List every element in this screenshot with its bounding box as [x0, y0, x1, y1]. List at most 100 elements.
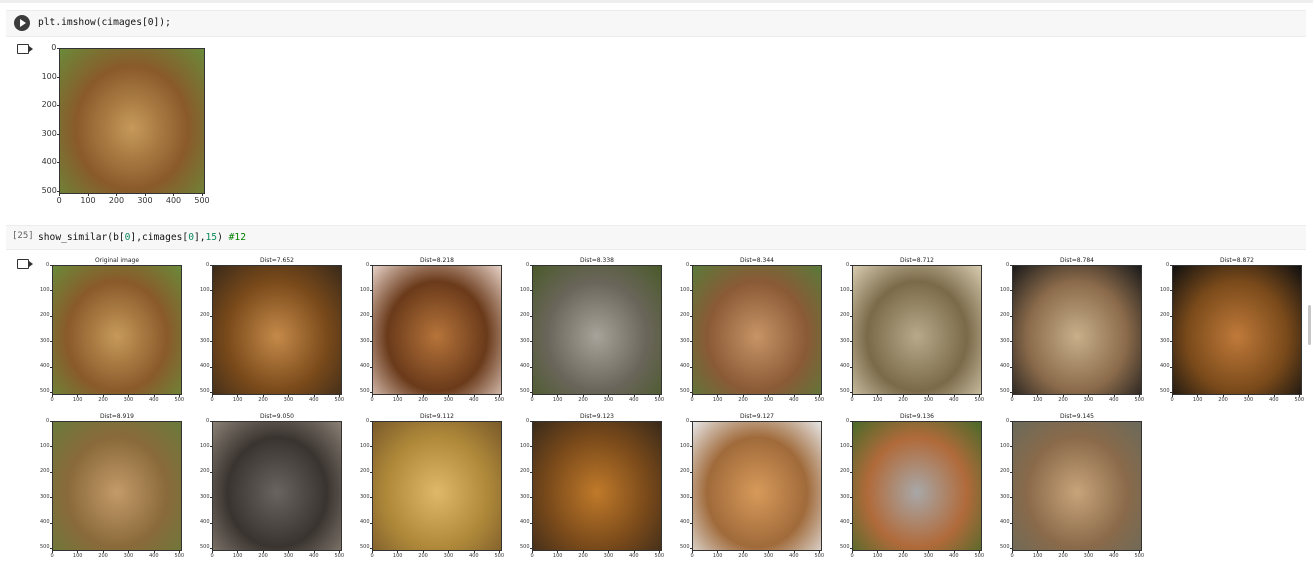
subplot: 0 100 200 300 400 500 0 100 200 300 400 500 [37, 44, 213, 215]
y-tick-mark [50, 265, 52, 266]
y-tick-mark [370, 471, 372, 473]
subplot-title: Original image [94, 257, 140, 264]
x-tick-label: 0 [1010, 553, 1014, 559]
code-cell-1[interactable]: plt.imshow(cimages[0]); [6, 10, 1306, 37]
scrollbar[interactable] [1308, 305, 1311, 345]
y-tick-mark [370, 421, 372, 422]
subplot-title: Dist=8.872 [1220, 257, 1254, 264]
subplot: Dist=7.652 0 100 200 300 400 500 0 100 200 300 400 5… [198, 257, 358, 412]
y-tick-mark [690, 421, 692, 422]
y-tick-label: 200 [520, 468, 530, 475]
x-tick-label: 500 [1134, 397, 1144, 403]
x-tick-label: 0 [850, 397, 854, 403]
animal-face-image [52, 265, 182, 395]
subplot-title: Dist=8.338 [580, 257, 614, 264]
animal-face-image [852, 421, 982, 551]
y-tick-label: 500 [40, 388, 50, 395]
x-tick-label: 200 [258, 397, 268, 403]
x-tick-label: 100 [552, 397, 563, 403]
y-tick-label: 400 [360, 363, 370, 370]
y-tick-mark [1010, 265, 1012, 266]
y-tick-mark [50, 446, 52, 448]
y-tick-label: 200 [41, 100, 57, 110]
subplot-title: Dist=8.919 [100, 413, 134, 420]
x-tick-label: 500 [334, 553, 344, 559]
x-tick-label: 300 [603, 553, 614, 559]
x-tick-label: 200 [98, 397, 108, 403]
x-tick-label: 0 [1170, 397, 1174, 403]
subplot: Original image 0 100 200 300 400 500 0 100 200 300… [38, 257, 198, 412]
y-tick-label: 500 [1160, 388, 1170, 395]
subplot-title: Dist=8.218 [420, 257, 454, 264]
y-tick-label: 0 [526, 417, 530, 424]
y-tick-label: 300 [520, 337, 530, 344]
y-tick-mark [1010, 497, 1012, 499]
subplot-title: Dist=9.123 [580, 413, 614, 420]
y-tick-label: 200 [360, 468, 370, 475]
y-tick-label: 300 [1000, 493, 1010, 500]
y-tick-label: 100 [40, 442, 50, 449]
code-cell-2[interactable]: [25] show_similar(b[0],cimages[0],15) #1… [6, 225, 1306, 250]
y-tick-label: 100 [200, 286, 210, 293]
y-tick-mark [57, 133, 59, 135]
y-tick-mark [50, 522, 52, 524]
output-arrow-icon[interactable] [17, 259, 33, 269]
y-tick-mark [210, 446, 212, 448]
y-tick-mark [690, 366, 692, 368]
x-tick-label: 300 [283, 397, 294, 403]
y-tick-label: 500 [520, 388, 530, 395]
y-tick-mark [57, 162, 59, 164]
y-tick-mark [1170, 366, 1172, 368]
y-tick-label: 0 [366, 261, 370, 268]
x-tick-label: 400 [789, 397, 799, 403]
y-tick-label: 400 [840, 519, 850, 526]
x-tick-label: 200 [1058, 397, 1068, 403]
y-tick-mark [690, 315, 692, 317]
y-tick-label: 500 [360, 544, 370, 551]
y-tick-label: 400 [40, 363, 50, 370]
y-tick-label: 100 [360, 442, 370, 449]
animal-face-image [1172, 265, 1302, 395]
x-tick-label: 400 [165, 196, 182, 205]
x-tick-label: 500 [654, 397, 664, 403]
y-tick-mark [690, 446, 692, 448]
x-tick-label: 0 [690, 553, 694, 559]
play-circle-icon[interactable] [14, 15, 30, 31]
x-tick-label: 300 [763, 397, 774, 403]
y-tick-mark [530, 471, 532, 473]
x-tick-label: 400 [949, 397, 959, 403]
code-editor[interactable]: plt.imshow(cimages[0]); [38, 17, 171, 28]
subplot-title: Dist=9.112 [420, 413, 454, 420]
y-tick-label: 500 [41, 185, 57, 195]
y-tick-label: 400 [840, 363, 850, 370]
x-tick-label: 200 [108, 196, 125, 205]
y-tick-label: 100 [680, 442, 690, 449]
y-tick-mark [690, 522, 692, 524]
y-tick-mark [530, 547, 532, 549]
y-tick-label: 500 [1000, 544, 1010, 551]
animal-face-image [1012, 421, 1142, 551]
x-tick-label: 200 [98, 553, 108, 559]
x-tick-label: 200 [418, 553, 428, 559]
x-tick-label: 300 [443, 553, 454, 559]
x-tick-label: 500 [174, 397, 184, 403]
code-editor[interactable]: show_similar(b[0],cimages[0],15) #12 [38, 232, 246, 243]
x-tick-label: 200 [1058, 553, 1068, 559]
x-tick-label: 100 [392, 553, 403, 559]
x-tick-label: 100 [392, 397, 403, 403]
animal-face-image [212, 421, 342, 551]
output-arrow-icon[interactable] [17, 44, 33, 54]
x-tick-label: 300 [123, 553, 134, 559]
y-tick-mark [530, 290, 532, 292]
y-tick-mark [850, 366, 852, 368]
subplot: Dist=8.712 0 100 200 300 400 500 0 100 200 300 400 5… [838, 257, 998, 412]
animal-face-image [52, 421, 182, 551]
x-tick-label: 100 [552, 553, 563, 559]
x-tick-label: 500 [654, 553, 664, 559]
y-tick-label: 200 [40, 312, 50, 319]
y-tick-mark [1010, 315, 1012, 317]
y-tick-label: 100 [40, 286, 50, 293]
y-tick-label: 300 [40, 337, 50, 344]
y-tick-label: 400 [40, 519, 50, 526]
animal-face-image [532, 421, 662, 551]
